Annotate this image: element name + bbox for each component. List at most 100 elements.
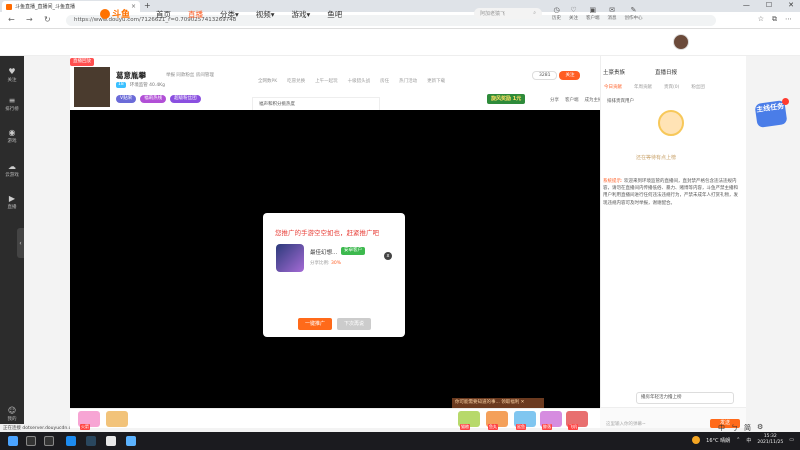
notification-icon[interactable]: ▭ xyxy=(789,437,794,443)
gift-label: 火箭 xyxy=(80,424,90,430)
follow-button[interactable]: 关注 xyxy=(559,71,581,80)
nav-yuba[interactable]: 鱼吧 xyxy=(327,9,342,20)
bookmark-icon[interactable]: ☆ xyxy=(758,15,764,24)
browser-toolbar-icons: ☆ ⧉ ⋯ xyxy=(758,15,792,24)
reload-icon[interactable]: ↻ xyxy=(44,15,51,24)
extensions-icon[interactable]: ⧉ xyxy=(772,15,777,24)
gift-item[interactable] xyxy=(106,411,128,427)
host-avatar[interactable] xyxy=(74,67,110,107)
share-links: 分享 客户端 成为主播 xyxy=(550,97,603,103)
activity-item[interactable]: 上午一起玩 xyxy=(315,78,338,84)
chat-popup[interactable]: 播房年轻活力撸上榜 xyxy=(636,392,734,404)
clock[interactable]: 15:32 2021/11/25 xyxy=(757,434,783,446)
close-window-icon[interactable]: ✕ xyxy=(788,1,794,9)
game-name: 最佳幻想... xyxy=(310,250,338,256)
history-icon: ◷ xyxy=(553,6,560,14)
sidebar-item-label: 直播 xyxy=(7,205,17,210)
sidebar-item-label: 游戏 xyxy=(7,139,17,144)
start-icon[interactable] xyxy=(8,436,18,446)
header-icons: ◷ 历史 ♡ 关注 ▣ 客户端 ✉ 消息 ✎ 创作中心 xyxy=(552,6,643,21)
mascot-icon xyxy=(658,110,684,136)
douyu-logo[interactable]: 斗鱼 xyxy=(100,7,130,20)
tab-daily-report[interactable]: 直播日报 xyxy=(655,68,677,76)
activity-item[interactable]: 十级猎头战 xyxy=(348,78,371,84)
tab-week-contrib[interactable]: 年周贡献 xyxy=(634,84,652,90)
room-tag[interactable]: 福莉热线 xyxy=(140,95,167,103)
tab-fans[interactable]: 粉丝团 xyxy=(691,84,705,90)
reward-badge[interactable]: 旋风奖励 1元 xyxy=(487,94,526,104)
sidebar-item-rank[interactable]: ≡ 排行榜 xyxy=(0,96,24,112)
header-client[interactable]: ▣ 客户端 xyxy=(586,6,600,21)
sidebar-collapse-toggle[interactable]: ‹ xyxy=(17,228,24,258)
activity-item[interactable]: 吃冒兑换 xyxy=(287,78,305,84)
activity-item[interactable]: 更新下载 xyxy=(427,78,445,84)
search-taskbar-icon[interactable] xyxy=(26,436,36,446)
nav-game[interactable]: 游戏▾ xyxy=(292,9,311,20)
client-icon: ▣ xyxy=(589,6,597,14)
main-nav: 首页 直播 分类▾ 视频▾ 游戏▾ 鱼吧 xyxy=(156,9,342,20)
promote-button[interactable]: 一键推广 xyxy=(298,318,332,330)
heart-icon: ♡ xyxy=(570,6,577,14)
new-tab-button[interactable]: + xyxy=(144,1,151,10)
user-icon: ☺ xyxy=(7,406,17,415)
browser-taskbar-icon[interactable] xyxy=(126,436,136,446)
menu-icon[interactable]: ⋯ xyxy=(785,15,792,24)
promo-strip[interactable]: 你可能需要知道的事... 领取福利 ✕ xyxy=(452,398,544,408)
activity-item[interactable]: 热门活动 xyxy=(399,78,417,84)
weather-text[interactable]: 16°C 晴朗 xyxy=(706,437,730,444)
system-tray: 16°C 晴朗 ⌃ 中 15:32 2021/11/25 ▭ xyxy=(692,434,794,446)
sidebar-item-live[interactable]: ▶ 直播 xyxy=(0,194,24,210)
steam-icon[interactable] xyxy=(86,436,96,446)
tab-today-contrib[interactable]: 今日贡献 xyxy=(604,84,622,90)
nav-home[interactable]: 首页 xyxy=(156,9,171,20)
skip-button[interactable]: 下次再说 xyxy=(337,318,371,330)
tab-close-icon[interactable]: × xyxy=(131,3,136,10)
room-tags: V贴荣 福莉热线 超级粉丝团 xyxy=(116,95,201,103)
empty-caption: 还在等待有点上榜 xyxy=(636,155,677,161)
app-icon[interactable] xyxy=(106,436,116,446)
taskview-icon[interactable] xyxy=(44,436,54,446)
room-meta-links[interactable]: 举报 同款粉丝 房间管理 xyxy=(166,72,214,78)
share-button[interactable]: 分享 xyxy=(550,97,559,103)
client-button[interactable]: 客户端 xyxy=(565,97,579,103)
gift-label: 鲨鱼 xyxy=(516,424,526,430)
room-tag[interactable]: 超级粉丝团 xyxy=(170,95,201,103)
tray-chevron-icon[interactable]: ⌃ xyxy=(736,437,740,443)
forward-icon[interactable]: → xyxy=(26,15,33,24)
tab-vip[interactable]: 贵宾(0) xyxy=(664,84,679,90)
activity-item[interactable]: 房任 xyxy=(380,78,389,84)
sidebar-item-mine[interactable]: ☺ 我的 xyxy=(0,406,24,422)
gift-label: 鲸落 xyxy=(542,424,552,430)
header-follow[interactable]: ♡ 关注 xyxy=(569,6,578,21)
remove-game-icon[interactable]: x xyxy=(384,252,392,260)
share-percent: 30% xyxy=(330,261,341,266)
clock-date: 2021/11/25 xyxy=(757,440,784,445)
user-avatar[interactable] xyxy=(673,34,689,50)
search-icon[interactable]: ⌕ xyxy=(533,10,536,17)
site-search-input[interactable]: 阿加老猿飞 ⌕ xyxy=(474,8,542,19)
sidebar-item-game[interactable]: ◉ 游戏 xyxy=(0,128,24,144)
activity-item[interactable]: 全网数PK xyxy=(258,78,277,84)
tab-nobility[interactable]: 土豪贵族 xyxy=(603,68,625,76)
edge-icon[interactable] xyxy=(66,436,76,446)
room-tag[interactable]: V贴荣 xyxy=(116,95,137,103)
search-placeholder: 阿加老猿飞 xyxy=(480,11,506,17)
nav-live[interactable]: 直播 xyxy=(188,9,203,20)
maximize-icon[interactable]: ☐ xyxy=(766,1,772,9)
minimize-icon[interactable]: — xyxy=(743,1,750,9)
chat-input[interactable]: 这里输入你的弹幕~ xyxy=(606,421,646,427)
message-icon: ✉ xyxy=(609,6,615,14)
header-creator[interactable]: ✎ 创作中心 xyxy=(625,6,643,21)
nav-category[interactable]: 分类▾ xyxy=(220,9,239,20)
lang-indicator[interactable]: 中 xyxy=(746,437,751,444)
header-message[interactable]: ✉ 消息 xyxy=(608,6,617,21)
sidebar-item-label: 云游戏 xyxy=(5,173,19,178)
nav-video[interactable]: 视频▾ xyxy=(256,9,275,20)
sidebar-item-follow[interactable]: ♥ 关注 xyxy=(0,67,24,83)
creator-icon: ✎ xyxy=(630,6,637,14)
header-history[interactable]: ◷ 历史 xyxy=(552,6,561,21)
back-icon[interactable]: ← xyxy=(8,15,15,24)
follower-count: 3281 xyxy=(532,71,558,80)
main-task-badge[interactable]: 主线任务 xyxy=(754,96,790,130)
sidebar-item-cloudgame[interactable]: ☁ 云游戏 xyxy=(0,162,24,178)
